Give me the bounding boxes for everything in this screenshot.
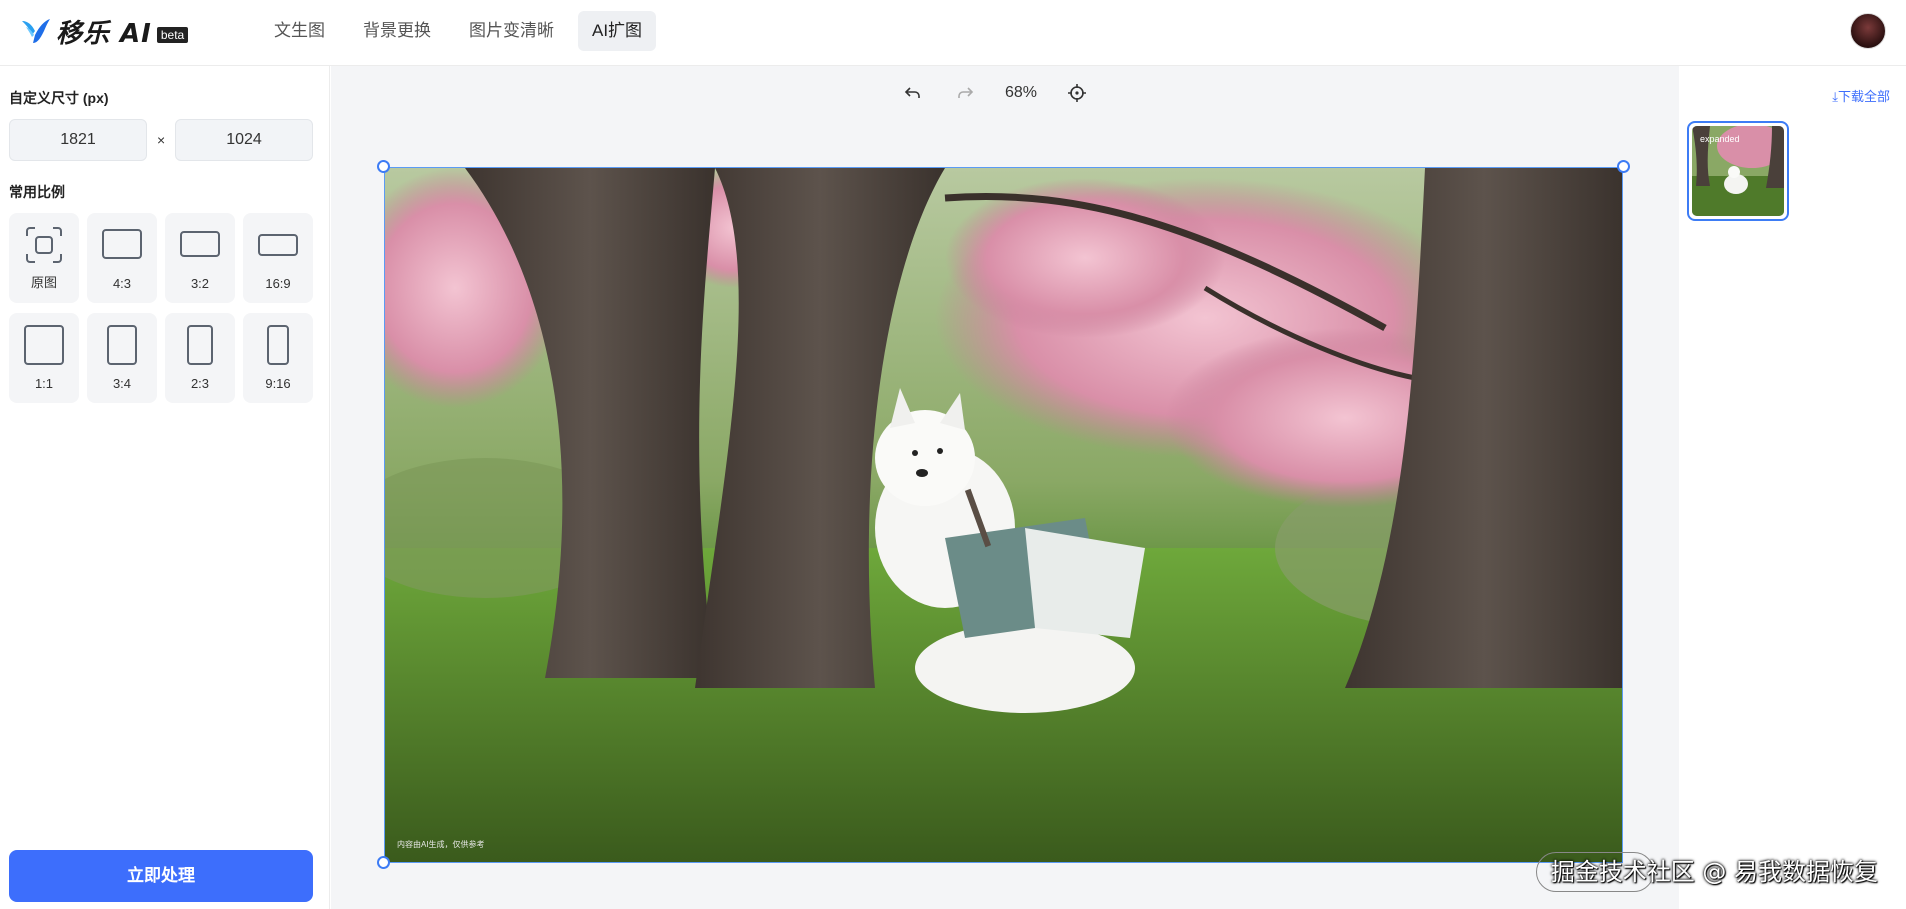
ratio-3-4[interactable]: 3:4 [87, 313, 157, 403]
ai-disclaimer: 内容由AI生成，仅供参考 [397, 840, 485, 849]
scene-image [385, 168, 1622, 862]
results-panel: ⤓下载全部 expanded [1680, 66, 1906, 909]
ratio-1-1[interactable]: 1:1 [9, 313, 79, 403]
ratio-label: 16:9 [265, 276, 291, 291]
tab-background-replace[interactable]: 背景更换 [349, 11, 445, 51]
ratio-shape-icon [24, 325, 64, 365]
watermark-text: 掘金技术社区 @ 易我数据恢复 [1550, 858, 1878, 886]
ratio-4-3[interactable]: 4:3 [87, 213, 157, 303]
thumbnail-label: expanded [1700, 134, 1740, 144]
ratio-16-9[interactable]: 16:9 [243, 213, 313, 303]
ratio-2-3[interactable]: 2:3 [165, 313, 235, 403]
ratio-label: 4:3 [112, 276, 132, 291]
ratio-label: 2:3 [190, 376, 210, 391]
ratio-label: 原图 [30, 275, 57, 290]
ratio-shape-icon [102, 229, 142, 259]
ratio-label: 9:16 [265, 376, 291, 391]
canvas-area: 68% 内容由AI生成，仅供参考 [331, 66, 1679, 909]
beta-badge: beta [156, 27, 189, 43]
process-now-button[interactable]: 立即处理 [9, 850, 313, 902]
resize-handle-top-right[interactable] [1617, 160, 1630, 173]
user-avatar[interactable] [1850, 13, 1886, 49]
target-icon[interactable] [1065, 81, 1089, 105]
ratio-shape-icon [180, 231, 220, 257]
zoom-level[interactable]: 68% [1005, 84, 1037, 102]
ratio-title: 常用比例 [9, 184, 65, 200]
brand-logo[interactable]: 移乐 AI beta [20, 14, 189, 49]
ratio-grid: 原图 4:3 3:2 16:9 1:1 3:4 2:3 9:16 [9, 213, 313, 403]
download-all-link[interactable]: ⤓下载全部 [1832, 86, 1890, 105]
resize-handle-top-left[interactable] [377, 160, 390, 173]
width-input[interactable]: 1821 [9, 119, 147, 161]
undo-icon[interactable] [901, 81, 925, 105]
redo-icon[interactable] [953, 81, 977, 105]
ratio-shape-icon [267, 325, 289, 365]
ratio-label: 3:2 [190, 276, 210, 291]
ratio-shape-icon [107, 325, 137, 365]
expanded-image[interactable]: 内容由AI生成，仅供参考 [384, 167, 1623, 863]
ratio-9-16[interactable]: 9:16 [243, 313, 313, 403]
custom-size-title: 自定义尺寸 (px) [9, 90, 109, 106]
ratio-label: 3:4 [112, 376, 132, 391]
thumbnail-image: expanded [1692, 126, 1784, 216]
original-size-icon [26, 227, 62, 263]
height-input[interactable]: 1024 [175, 119, 313, 161]
ratio-shape-icon [258, 234, 298, 256]
brand-name: 移乐 AI [56, 18, 152, 49]
ratio-shape-icon [187, 325, 213, 365]
times-sign: × [157, 132, 166, 148]
logo-mark-icon [22, 19, 50, 43]
ratio-original[interactable]: 原图 [9, 213, 79, 303]
main-nav: 文生图 背景更换 图片变清晰 AI扩图 [260, 11, 657, 51]
resize-handle-bottom-left[interactable] [377, 856, 390, 869]
settings-panel: 自定义尺寸 (px) 1821 × 1024 常用比例 原图 4:3 3:2 1… [0, 66, 330, 909]
tab-text-to-image[interactable]: 文生图 [260, 11, 339, 51]
tab-ai-expand[interactable]: AI扩图 [578, 11, 657, 51]
top-header: 移乐 AI beta 文生图 背景更换 图片变清晰 AI扩图 [0, 0, 1906, 66]
result-thumbnail[interactable]: expanded [1687, 121, 1789, 221]
ratio-label: 1:1 [34, 376, 54, 391]
ratio-3-2[interactable]: 3:2 [165, 213, 235, 303]
canvas-toolbar: 68% [901, 78, 1089, 108]
tab-image-enhance[interactable]: 图片变清晰 [455, 11, 568, 51]
